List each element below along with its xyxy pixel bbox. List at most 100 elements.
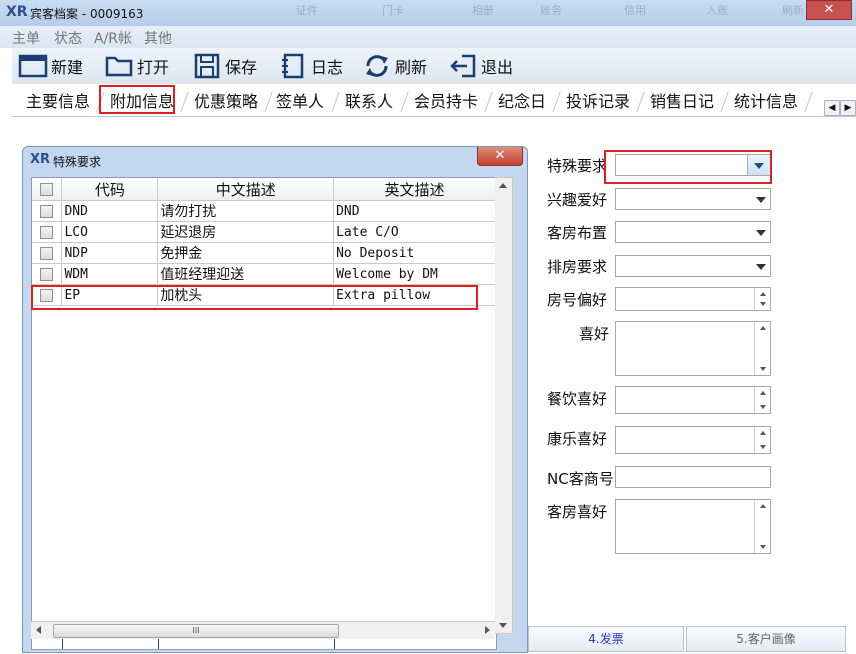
request-grid: 代码 中文描述 英文描述 DND 请勿打扰 DND LCO 延迟退房 Late …: [31, 177, 497, 650]
scroll-thumb[interactable]: III: [53, 624, 339, 638]
table-row[interactable]: DND 请勿打扰 DND: [32, 200, 496, 222]
tab-separator: [804, 92, 813, 112]
menu-other[interactable]: 其他: [144, 28, 172, 48]
dialog-logo-icon: XR: [30, 152, 51, 167]
scroll-down-icon: [760, 405, 766, 409]
ghost-item: 刷新: [782, 4, 804, 17]
row-checkbox[interactable]: [40, 267, 54, 281]
row-checkbox[interactable]: [40, 246, 54, 260]
refresh-button[interactable]: 刷新: [362, 52, 427, 80]
tab-separator: [636, 92, 645, 112]
active-tab-highlight: [99, 85, 175, 114]
cell-code: LCO: [61, 221, 159, 243]
field-scrollbar[interactable]: [754, 500, 770, 553]
cell-en: Late C/O: [333, 221, 496, 243]
scroll-right-icon[interactable]: [485, 626, 490, 634]
column-header-en[interactable]: 英文描述: [333, 178, 496, 201]
app-logo-icon: XR: [6, 4, 28, 20]
tab-statistics[interactable]: 统计信息: [734, 88, 798, 112]
field-scrollbar[interactable]: [754, 427, 770, 453]
scroll-up-icon: [760, 292, 766, 296]
room-pref-field[interactable]: [615, 499, 771, 554]
room-assign-combo[interactable]: [615, 255, 771, 277]
tab-contact[interactable]: 联系人: [345, 88, 393, 112]
tab-separator: [400, 92, 409, 112]
recreation-pref-field[interactable]: [615, 426, 771, 454]
dining-pref-label: 餐饮喜好: [547, 390, 608, 408]
row-checkbox[interactable]: [40, 225, 54, 239]
select-all-cell[interactable]: [32, 178, 63, 201]
recreation-pref-label: 康乐喜好: [547, 430, 608, 448]
dialog-title: 特殊要求: [53, 155, 102, 169]
grid-vertical-scrollbar[interactable]: [495, 177, 513, 634]
nc-customer-no-field[interactable]: [615, 466, 771, 488]
row-checkbox-cell[interactable]: [32, 242, 63, 264]
field-scrollbar[interactable]: [754, 322, 770, 375]
toolbar: 新建 打开 保存 日志 刷新 退出: [12, 48, 856, 85]
tab-member-card[interactable]: 会员持卡: [414, 88, 478, 112]
special-request-dialog: XR 特殊要求 ✕ 代码 中文描述 英文描述 DND 请勿打扰 DND LCO …: [22, 146, 528, 653]
scroll-up-icon[interactable]: [499, 183, 507, 188]
menu-ar[interactable]: A/R帐: [94, 28, 132, 48]
title-bar: XR 宾客档案 - 0009163 证件 门卡 相册 账务 信用 入账 刷新 ✕: [0, 0, 856, 27]
chevron-down-icon: [756, 230, 766, 236]
table-row[interactable]: WDM 值班经理迎送 Welcome by DM: [32, 263, 496, 285]
likes-label: 喜好: [579, 325, 610, 343]
column-header-zh[interactable]: 中文描述: [157, 178, 335, 201]
scroll-down-icon: [760, 367, 766, 371]
hobby-combo[interactable]: [615, 188, 771, 210]
row-checkbox[interactable]: [40, 204, 54, 218]
row-checkbox-cell[interactable]: [32, 263, 63, 285]
grid-horizontal-scrollbar[interactable]: III: [31, 621, 495, 639]
dialog-close-button[interactable]: ✕: [477, 147, 523, 166]
exit-icon: [450, 54, 476, 78]
scroll-up-icon: [760, 431, 766, 435]
cell-en: DND: [333, 200, 496, 222]
row-checkbox-cell[interactable]: [32, 200, 63, 222]
dining-pref-field[interactable]: [615, 386, 771, 414]
open-button[interactable]: 打开: [104, 52, 169, 80]
tab-complaints[interactable]: 投诉记录: [566, 88, 630, 112]
log-button[interactable]: 日志: [278, 52, 343, 80]
scroll-up-icon: [760, 326, 766, 330]
open-folder-icon: [105, 56, 133, 77]
tab-separator: [552, 92, 561, 112]
table-row[interactable]: LCO 延迟退房 Late C/O: [32, 221, 496, 243]
select-all-checkbox[interactable]: [40, 183, 54, 196]
table-row[interactable]: NDP 免押金 No Deposit: [32, 242, 496, 264]
new-button[interactable]: 新建: [18, 52, 83, 80]
nc-customer-no-label: NC客商号: [547, 470, 614, 488]
scroll-left-icon[interactable]: [36, 626, 41, 634]
column-header-code[interactable]: 代码: [61, 178, 159, 201]
scroll-down-icon[interactable]: [499, 623, 507, 628]
tab-scroll-right-icon[interactable]: ▶: [840, 100, 856, 116]
tab-invoice[interactable]: 4.发票: [528, 626, 684, 652]
scroll-up-icon: [760, 504, 766, 508]
field-scrollbar[interactable]: [754, 288, 770, 310]
room-layout-combo[interactable]: [615, 221, 771, 243]
tab-separator: [264, 92, 273, 112]
save-button[interactable]: 保存: [192, 52, 257, 80]
room-number-pref-field[interactable]: [615, 287, 771, 311]
tab-signer[interactable]: 签单人: [276, 88, 324, 112]
tab-main-info[interactable]: 主要信息: [26, 88, 90, 112]
menu-main[interactable]: 主单: [12, 28, 40, 48]
open-label: 打开: [137, 58, 170, 77]
scroll-down-icon: [760, 545, 766, 549]
tab-customer-portrait[interactable]: 5.客户画像: [686, 626, 846, 652]
menu-status[interactable]: 状态: [54, 28, 82, 48]
row-checkbox-cell[interactable]: [32, 221, 63, 243]
field-scrollbar[interactable]: [754, 387, 770, 413]
tab-scroll-left-icon[interactable]: ◀: [824, 100, 840, 116]
tab-separator: [331, 92, 340, 112]
chevron-down-icon: [756, 264, 766, 270]
window-close-button[interactable]: ✕: [806, 0, 852, 20]
exit-button[interactable]: 退出: [448, 52, 513, 80]
tab-scroll-arrows: ◀ ▶: [824, 100, 856, 116]
tab-discount-policy[interactable]: 优惠策略: [194, 88, 258, 112]
scroll-down-icon: [760, 302, 766, 306]
tab-anniversary[interactable]: 纪念日: [498, 88, 546, 112]
likes-field[interactable]: [615, 321, 771, 376]
tab-sales-diary[interactable]: 销售日记: [650, 88, 714, 112]
refresh-label: 刷新: [395, 58, 428, 77]
